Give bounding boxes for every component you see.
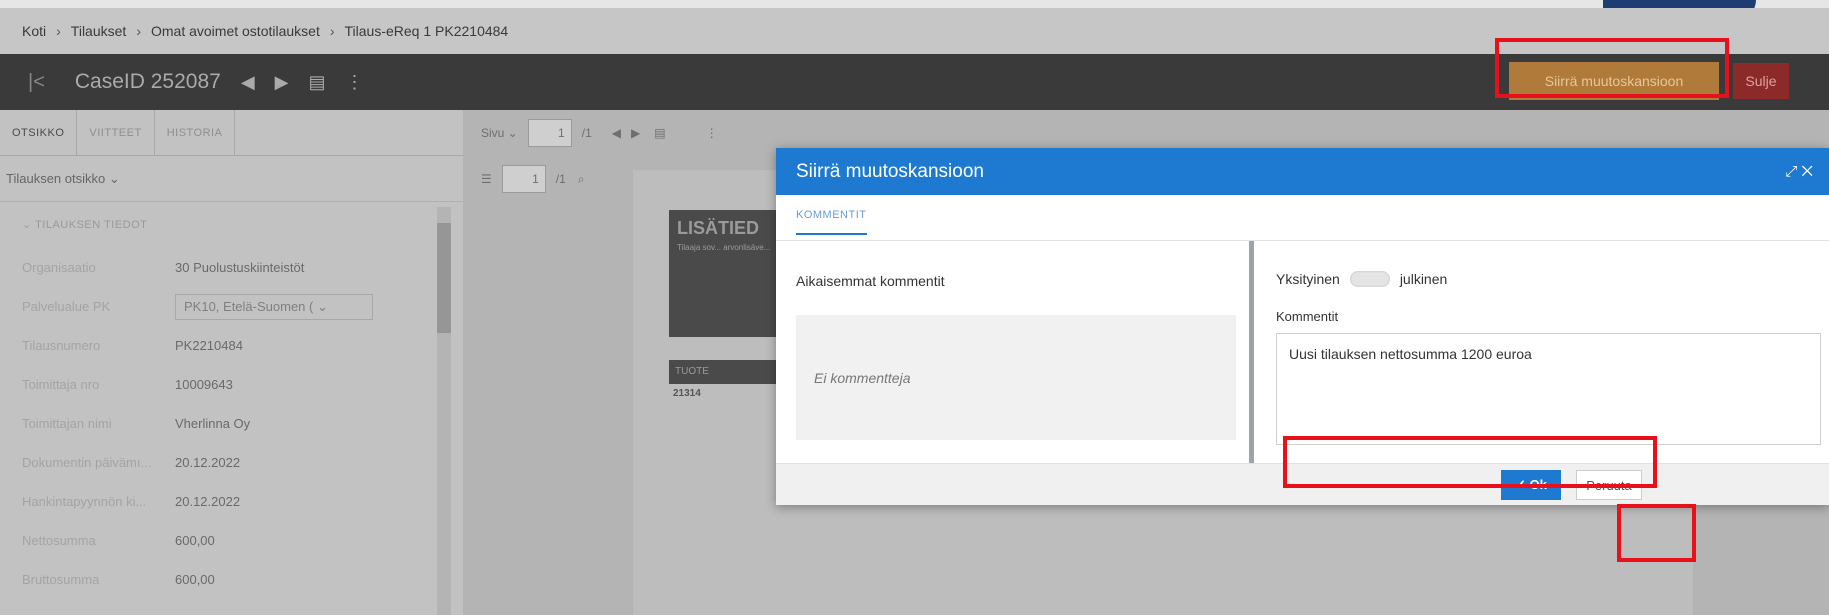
field-row: Bruttosumma 600,00 (0, 560, 463, 599)
order-header-panel: OTSIKKO VIITTEET HISTORIA Tilauksen otsi… (0, 110, 463, 615)
next-icon[interactable]: ▶ (275, 72, 289, 93)
highlight-ok-button (1617, 504, 1696, 562)
case-title: CaseID 252087 (74, 70, 221, 93)
breadcrumb-item-current: Tilaus-eReq 1 PK2210484 (344, 23, 509, 39)
no-comments-text: Ei kommentteja (814, 370, 911, 386)
field-label: Organisaatio (22, 260, 96, 275)
breadcrumb-item-orders[interactable]: Tilaukset (71, 23, 127, 39)
page-input-2[interactable]: 1 (501, 165, 546, 193)
comments-label: Kommentit (1276, 309, 1339, 324)
new-comment-panel: Yksityinen julkinen Kommentit Uusi tilau… (1276, 241, 1829, 463)
previous-icon[interactable]: ◀ (241, 72, 255, 93)
field-row: Tilausnumero PK2210484 (0, 326, 463, 365)
field-value: 10009643 (175, 377, 233, 392)
doc-info-box: LISÄTIED Tilaaja sov... arvonlisäve... (669, 210, 779, 337)
field-value: 20.12.2022 (175, 455, 241, 470)
field-label: Palvelualue PK (22, 299, 111, 314)
field-value: Vherlinna Oy (175, 416, 251, 431)
field-value: PK2210484 (175, 338, 243, 353)
chevron-right-icon: › (56, 23, 61, 39)
page-total: /1 (581, 126, 592, 140)
search-icon[interactable]: ⌕ (578, 172, 585, 187)
section-order-details[interactable]: ⌄ TILAUKSEN TIEDOT (0, 202, 463, 248)
close-button[interactable]: Sulje (1733, 63, 1789, 99)
service-area-select[interactable]: PK10, Etelä-Suomen ( ⌄ (175, 293, 373, 320)
dialog-header: Siirrä muutoskansioon ⤢ ✕ (776, 148, 1829, 195)
doc-table-cell: 21314 (673, 388, 701, 399)
more-icon[interactable]: ⋮ (346, 72, 364, 93)
breadcrumb-item-home[interactable]: Koti (22, 23, 46, 39)
field-value: 20.12.2022 (175, 494, 241, 509)
earlier-comments-list: Ei kommentteja (796, 315, 1236, 440)
field-value: 600,00 (175, 572, 215, 587)
dialog-tabs: KOMMENTIT (776, 195, 1829, 241)
comment-icon[interactable]: ▤ (309, 72, 326, 93)
doc-table-header: TUOTE (669, 360, 779, 384)
visibility-toggle-row: Yksityinen julkinen (1276, 271, 1447, 287)
field-label: Hankintapyynnön ki... (22, 494, 147, 509)
earlier-comments-panel: Aikaisemmat kommentit Ei kommentteja (776, 241, 1254, 463)
field-label: Toimittajan nimi (22, 416, 112, 431)
page-total-2: /1 (555, 172, 566, 186)
outline-icon[interactable]: ☰ (481, 172, 492, 186)
breadcrumb-item-open-orders[interactable]: Omat avoimet ostotilaukset (151, 23, 320, 39)
visibility-toggle[interactable] (1349, 271, 1390, 287)
comment-icon[interactable]: ▤ (654, 126, 665, 140)
highlight-move-button (1495, 38, 1729, 98)
doc-heading: LISÄTIED (677, 218, 760, 238)
scrollbar-thumb[interactable] (437, 223, 451, 333)
more-icon[interactable]: ⋮ (706, 126, 718, 140)
field-label: Tilausnumero (22, 338, 101, 353)
public-label: julkinen (1399, 271, 1448, 287)
tab-header[interactable]: OTSIKKO (0, 110, 78, 155)
previous-page-icon[interactable]: ◀ (612, 126, 621, 140)
top-strip (0, 0, 1829, 8)
dialog-title: Siirrä muutoskansioon (796, 160, 984, 182)
highlight-comment-field (1283, 436, 1657, 488)
tab-comments[interactable]: KOMMENTIT (796, 209, 867, 235)
field-value: 600,00 (175, 533, 215, 548)
field-row: Dokumentin päivämı... 20.12.2022 (0, 443, 463, 482)
field-row: Palvelualue PK PK10, Etelä-Suomen ( ⌄ (0, 287, 463, 326)
field-row: Toimittajan nimi Vherlinna Oy (0, 404, 463, 443)
private-label: Yksityinen (1276, 271, 1340, 287)
scrollbar[interactable] (437, 207, 451, 615)
earlier-comments-heading: Aikaisemmat kommentit (796, 273, 945, 289)
tab-references[interactable]: VIITTEET (77, 110, 155, 155)
doc-subtext: Tilaaja sov... arvonlisäve... (677, 243, 771, 252)
chevron-right-icon: › (136, 23, 141, 39)
field-row: Hankintapyynnön ki... 20.12.2022 (0, 482, 463, 521)
chevron-right-icon: › (329, 23, 335, 39)
page-select[interactable]: Sivu ⌄ (481, 126, 518, 140)
field-label: Dokumentin päivämı... (22, 455, 152, 470)
field-label: Toimittaja nro (22, 377, 100, 392)
next-page-icon[interactable]: ▶ (631, 126, 640, 140)
field-value: 30 Puolustuskiinteistöt (175, 260, 305, 275)
comment-textarea[interactable]: Uusi tilauksen nettosumma 1200 euroa (1276, 333, 1821, 445)
field-label: Nettosumma (22, 533, 96, 548)
order-header-dropdown[interactable]: Tilauksen otsikko ⌄ (0, 156, 463, 202)
field-label: Bruttosumma (22, 572, 100, 587)
tab-history[interactable]: HISTORIA (155, 110, 236, 155)
field-row: Organisaatio 30 Puolustuskiinteistöt (0, 248, 463, 287)
field-row: Nettosumma 600,00 (0, 521, 463, 560)
left-tabs: OTSIKKO VIITTEET HISTORIA (0, 110, 463, 156)
dialog-window-controls[interactable]: ⤢ ✕ (1785, 163, 1813, 180)
collapse-icon[interactable]: |< (28, 71, 45, 94)
page-input[interactable]: 1 (527, 119, 572, 147)
field-row: Toimittaja nro 10009643 (0, 365, 463, 404)
